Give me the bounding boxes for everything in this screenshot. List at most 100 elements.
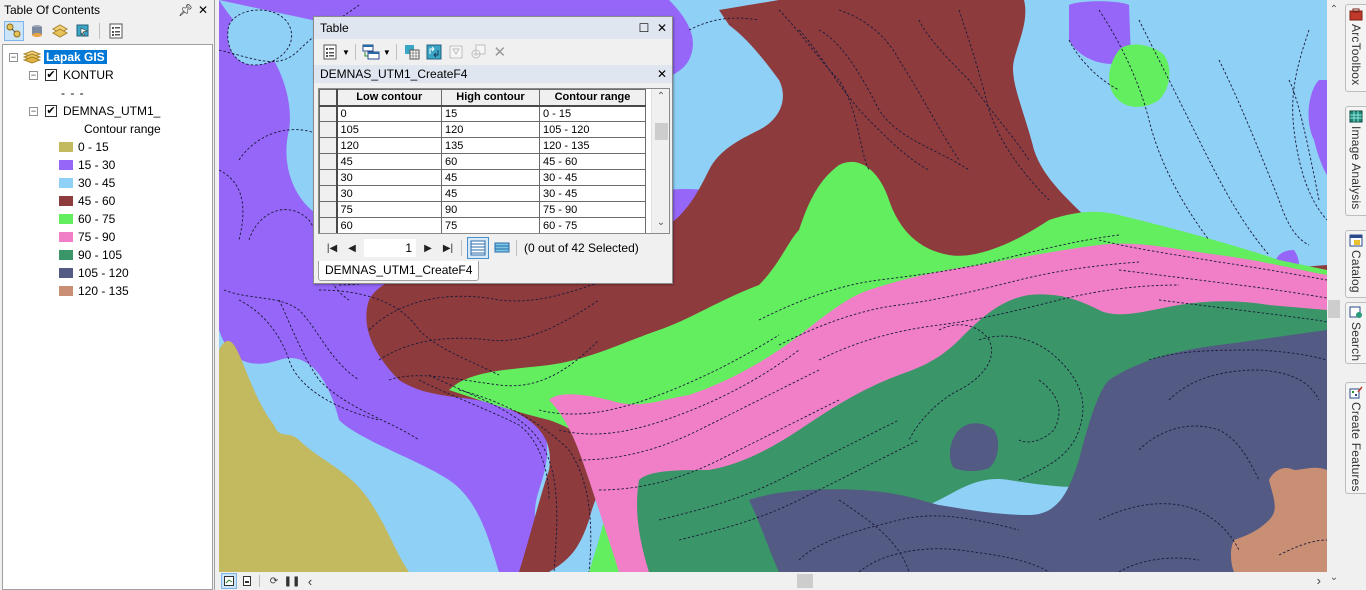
- table-cell[interactable]: 30: [336, 169, 442, 186]
- table-cell[interactable]: 120 - 135: [539, 137, 646, 154]
- legend-class-item[interactable]: 105 - 120: [59, 265, 129, 281]
- table-cell[interactable]: 30 - 45: [539, 185, 646, 202]
- grid-scrollbar-thumb[interactable]: [655, 123, 668, 140]
- list-by-selection-icon[interactable]: [73, 21, 93, 41]
- table-cell[interactable]: 105 - 120: [539, 121, 646, 138]
- vertical-scrollbar-thumb[interactable]: [1328, 300, 1340, 318]
- pin-icon[interactable]: 📌︎: [178, 3, 193, 17]
- row-selector[interactable]: [319, 121, 338, 138]
- dropdown-arrow-icon[interactable]: ▼: [383, 48, 391, 57]
- options-icon[interactable]: [106, 21, 126, 41]
- scroll-up-icon[interactable]: ⌃: [1327, 4, 1341, 15]
- scroll-left-icon[interactable]: ‹: [302, 573, 318, 589]
- dock-tab-create-features[interactable]: Create Features: [1345, 382, 1366, 494]
- table-cell[interactable]: 15: [441, 105, 540, 122]
- zoom-to-selected-icon[interactable]: [468, 42, 488, 62]
- map-vertical-scrollbar[interactable]: ⌃ ⌄: [1327, 0, 1341, 590]
- dock-tab-search[interactable]: Search: [1345, 302, 1366, 364]
- legend-swatch[interactable]: [59, 250, 73, 260]
- scroll-down-icon[interactable]: ⌄: [1327, 572, 1341, 583]
- select-by-attributes-icon[interactable]: [402, 42, 422, 62]
- legend-class-item[interactable]: 120 - 135: [59, 283, 129, 299]
- data-view-icon[interactable]: [221, 573, 237, 589]
- layer-visibility-checkbox[interactable]: ✔: [45, 69, 57, 81]
- previous-record-icon[interactable]: ◀: [342, 243, 362, 254]
- row-selector[interactable]: [319, 185, 338, 202]
- delete-selected-icon[interactable]: ✕: [490, 42, 510, 62]
- next-record-icon[interactable]: ▶: [418, 243, 438, 254]
- pause-drawing-icon[interactable]: ❚❚: [284, 573, 301, 589]
- dataframe-label[interactable]: Lapak GIS: [44, 50, 107, 64]
- table-cell[interactable]: 0 - 15: [539, 105, 646, 122]
- table-window-titlebar[interactable]: Table ☐ ✕: [314, 17, 672, 39]
- legend-class-item[interactable]: 0 - 15: [59, 139, 109, 155]
- table-cell[interactable]: 90: [441, 201, 540, 218]
- layer-row-demnas[interactable]: − ✔ DEMNAS_UTM1_: [29, 103, 160, 119]
- list-by-drawing-order-icon[interactable]: [4, 21, 24, 41]
- legend-swatch[interactable]: [59, 196, 73, 206]
- clear-selection-icon[interactable]: [446, 42, 466, 62]
- legend-swatch[interactable]: [59, 232, 73, 242]
- table-cell[interactable]: 120: [336, 137, 442, 154]
- legend-swatch[interactable]: [59, 268, 73, 278]
- row-selector[interactable]: [319, 153, 338, 170]
- table-cell[interactable]: 30: [336, 185, 442, 202]
- maximize-icon[interactable]: ☐: [636, 21, 652, 35]
- legend-swatch[interactable]: [59, 142, 73, 152]
- table-cell[interactable]: 45 - 60: [539, 153, 646, 170]
- close-icon[interactable]: ✕: [654, 21, 670, 35]
- column-header[interactable]: Contour range: [539, 89, 646, 107]
- table-row[interactable]: 120 135 120 - 135: [319, 137, 646, 154]
- row-selector[interactable]: [319, 169, 338, 186]
- list-by-source-icon[interactable]: [27, 21, 47, 41]
- layer-name[interactable]: KONTUR: [63, 68, 114, 82]
- legend-class-item[interactable]: 45 - 60: [59, 193, 115, 209]
- list-by-visibility-icon[interactable]: [50, 21, 70, 41]
- table-cell[interactable]: 30 - 45: [539, 169, 646, 186]
- table-row[interactable]: 60 75 60 - 75: [319, 217, 646, 233]
- attribute-table-window[interactable]: Table ☐ ✕ ▼ ▼ ✕ DEMNAS_UTM1_CreateF4 ✕ L…: [313, 16, 673, 284]
- row-selector[interactable]: [319, 137, 338, 154]
- layout-view-icon[interactable]: [239, 573, 255, 589]
- legend-swatch[interactable]: [59, 160, 73, 170]
- horizontal-scrollbar-thumb[interactable]: [797, 574, 813, 588]
- table-cell[interactable]: 45: [441, 185, 540, 202]
- switch-selection-icon[interactable]: [424, 42, 444, 62]
- table-row[interactable]: 75 90 75 - 90: [319, 201, 646, 218]
- scroll-right-icon[interactable]: ›: [1317, 573, 1321, 588]
- table-row[interactable]: 30 45 30 - 45: [319, 185, 646, 202]
- table-cell[interactable]: 0: [336, 105, 442, 122]
- table-cell[interactable]: 75: [441, 217, 540, 233]
- kontur-line-symbol[interactable]: - - -: [61, 85, 85, 101]
- legend-class-item[interactable]: 90 - 105: [59, 247, 122, 263]
- dock-tab-arctoolbox[interactable]: ArcToolbox: [1345, 4, 1366, 92]
- table-cell[interactable]: 60 - 75: [539, 217, 646, 233]
- show-selected-records-icon[interactable]: [491, 237, 513, 259]
- collapse-icon[interactable]: −: [9, 52, 18, 62]
- layer-name[interactable]: DEMNAS_UTM1_: [63, 104, 160, 118]
- close-table-icon[interactable]: ✕: [654, 67, 670, 81]
- layer-visibility-checkbox[interactable]: ✔: [45, 105, 57, 117]
- collapse-icon[interactable]: −: [29, 106, 38, 116]
- dock-tab-catalog[interactable]: Catalog: [1345, 230, 1366, 298]
- scroll-down-icon[interactable]: ⌄: [652, 217, 669, 228]
- related-tables-icon[interactable]: [361, 42, 381, 62]
- table-cell[interactable]: 135: [441, 137, 540, 154]
- current-record-input[interactable]: [364, 239, 416, 257]
- table-row[interactable]: 105 120 105 - 120: [319, 121, 646, 138]
- layer-row-kontur[interactable]: − ✔ KONTUR: [29, 67, 114, 83]
- column-header[interactable]: Low contour: [336, 89, 442, 107]
- dock-tab-image-analysis[interactable]: Image Analysis: [1345, 106, 1366, 216]
- legend-class-item[interactable]: 30 - 45: [59, 175, 115, 191]
- show-all-records-icon[interactable]: [467, 237, 489, 259]
- attribute-grid[interactable]: Low contour High contour Contour range 0 15…: [318, 88, 670, 234]
- table-cell[interactable]: 75: [336, 201, 442, 218]
- dataframe-row[interactable]: − Lapak GIS: [9, 49, 107, 65]
- table-cell[interactable]: 45: [441, 169, 540, 186]
- first-record-icon[interactable]: |◀: [322, 243, 342, 254]
- table-row[interactable]: 0 15 0 - 15: [319, 105, 646, 122]
- refresh-icon[interactable]: ⟳: [266, 573, 282, 589]
- scroll-up-icon[interactable]: ⌃: [652, 91, 669, 102]
- legend-class-item[interactable]: 75 - 90: [59, 229, 115, 245]
- row-selector[interactable]: [319, 105, 338, 122]
